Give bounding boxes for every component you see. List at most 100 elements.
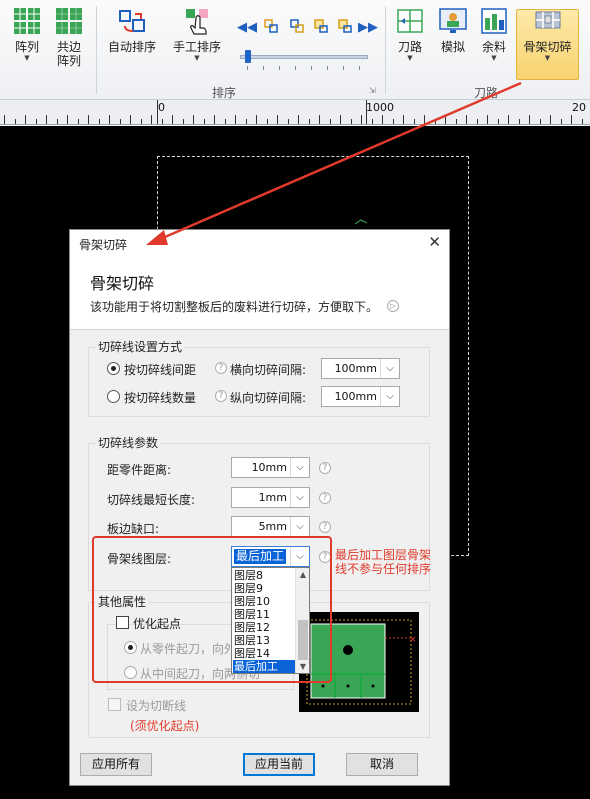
- annotation-text: 最后加工图层骨架线不参与任何排序: [335, 548, 432, 576]
- apply-current-button[interactable]: 应用当前: [243, 753, 315, 776]
- step-item-icon[interactable]: [314, 19, 328, 33]
- count-radio[interactable]: [107, 390, 120, 403]
- ruler-tick: [329, 119, 331, 124]
- edge-gap-label: 板边缺口:: [107, 522, 160, 536]
- ruler-tick: [46, 115, 47, 124]
- ruler-tick: [455, 119, 457, 124]
- chevron-down-icon[interactable]: ⌵: [290, 517, 309, 536]
- ruler-major-tick: [366, 100, 367, 124]
- toolpath-button[interactable]: 刀路 ▼: [392, 6, 428, 62]
- help-icon[interactable]: ?: [319, 462, 331, 474]
- last-step-icon[interactable]: ▶▶: [358, 20, 378, 35]
- ruler-tick: [518, 119, 520, 124]
- ruler-tick: [361, 115, 362, 124]
- ruler-tick: [140, 119, 142, 124]
- count-radio-label[interactable]: 按切碎线数量: [124, 389, 196, 406]
- ruler-tick: [319, 115, 320, 124]
- dialog-launcher-icon[interactable]: ⇲: [369, 86, 376, 95]
- ruler-tick: [571, 115, 572, 124]
- ruler-tick: [497, 119, 499, 124]
- help-icon[interactable]: ?: [319, 521, 331, 533]
- remnant-button[interactable]: 余料 ▼: [476, 6, 512, 62]
- highlight-box: [92, 536, 332, 683]
- help-icon[interactable]: ?: [319, 492, 331, 504]
- first-step-icon[interactable]: ◀◀: [237, 20, 257, 35]
- min-length-combo[interactable]: 1mm ⌵: [231, 487, 310, 508]
- sequence-slider-thumb[interactable]: [245, 50, 251, 63]
- ruler-tick: [35, 119, 37, 124]
- ruler-tick: [529, 115, 530, 124]
- chevron-down-icon: ▼: [194, 54, 200, 62]
- skeleton-cut-button-content[interactable]: 骨架切碎 ▼: [516, 6, 579, 62]
- chevron-down-icon: ▼: [491, 54, 497, 62]
- shared-edge-array-label: 共边 阵列: [56, 40, 81, 68]
- ruler-tick: [340, 115, 341, 124]
- simulate-button[interactable]: 模拟: [436, 6, 470, 54]
- manual-sort-icon: [186, 9, 208, 35]
- step-item-2-icon[interactable]: [338, 19, 352, 33]
- cut-line-note: (须优化起点): [130, 719, 200, 733]
- chevron-down-icon[interactable]: ⌵: [290, 488, 309, 507]
- cut-line-checkbox[interactable]: [108, 698, 121, 711]
- help-icon[interactable]: ?: [215, 362, 227, 374]
- sequence-slider-track[interactable]: [240, 55, 368, 59]
- ruler-tick: [193, 115, 194, 124]
- ruler-tick: [182, 119, 184, 124]
- ruler-tick: [277, 115, 278, 124]
- skeleton-cut-icon: [535, 11, 560, 29]
- chevron-down-icon[interactable]: ⌵: [380, 359, 399, 378]
- close-icon[interactable]: ✕: [428, 233, 441, 251]
- ruler-tick: [245, 119, 247, 124]
- dialog-heading: 骨架切碎: [90, 274, 155, 293]
- auto-sort-icon: [119, 10, 145, 32]
- toolpath-icon: [397, 9, 423, 33]
- edge-gap-combo[interactable]: 5mm ⌵: [231, 516, 310, 537]
- chevron-down-icon: ▼: [407, 54, 413, 62]
- ruler-tick: [434, 119, 436, 124]
- ruler-tick: [224, 119, 226, 124]
- vertical-spacing-value: 100mm: [334, 390, 377, 403]
- ruler-label-20: 20: [572, 101, 586, 114]
- ruler-tick: [581, 119, 583, 124]
- manual-sort-button[interactable]: 手工排序 ▼: [170, 6, 224, 62]
- ruler-tick: [287, 119, 289, 124]
- cut-line-label[interactable]: 设为切断线: [126, 697, 186, 714]
- ruler-tick: [382, 115, 383, 124]
- spacing-radio-label[interactable]: 按切碎线间距: [124, 361, 196, 378]
- vertical-spacing-label: 纵向切碎间隔:: [230, 391, 307, 405]
- toolpath-group-label: 刀路: [474, 86, 499, 100]
- horizontal-spacing-combo[interactable]: 100mm ⌵: [321, 358, 400, 379]
- min-length-label: 切碎线最短长度:: [107, 493, 196, 507]
- array-button[interactable]: 阵列 ▼: [7, 6, 47, 62]
- ruler-tick: [413, 119, 415, 124]
- auto-sort-button[interactable]: 自动排序: [104, 6, 160, 54]
- help-icon[interactable]: ?: [215, 390, 227, 402]
- ruler-tick: [172, 115, 173, 124]
- apply-all-button[interactable]: 应用所有: [80, 753, 152, 776]
- ruler-tick: [487, 115, 488, 124]
- simulate-label: 模拟: [440, 40, 465, 54]
- play-icon[interactable]: ▷: [387, 300, 399, 312]
- ruler-tick: [88, 115, 89, 124]
- prev-item-icon[interactable]: [264, 19, 278, 33]
- spacing-radio[interactable]: [107, 362, 120, 375]
- dialog-description: 该功能用于将切割整板后的废料进行切碎，方便取下。: [90, 300, 379, 314]
- vertical-spacing-combo[interactable]: 100mm ⌵: [321, 386, 400, 407]
- chevron-down-icon: ▼: [24, 54, 30, 62]
- part-distance-label: 距零件距离:: [107, 463, 172, 477]
- ruler-tick: [550, 115, 551, 124]
- ruler-tick: [508, 115, 509, 124]
- chevron-down-icon[interactable]: ⌵: [380, 387, 399, 406]
- next-item-icon[interactable]: [290, 19, 304, 33]
- chevron-down-icon: ▼: [544, 54, 551, 62]
- shared-edge-array-button[interactable]: 共边 阵列: [49, 6, 89, 68]
- ruler-tick: [266, 119, 268, 124]
- ruler-tick: [466, 115, 467, 124]
- ruler-tick: [14, 119, 16, 124]
- cancel-button[interactable]: 取消: [346, 753, 418, 776]
- array-label: 阵列: [14, 40, 39, 54]
- skeleton-cut-label: 骨架切碎: [523, 40, 572, 54]
- part-distance-combo[interactable]: 10mm ⌵: [231, 457, 310, 478]
- ruler-major-tick: [157, 100, 158, 124]
- chevron-down-icon[interactable]: ⌵: [290, 458, 309, 477]
